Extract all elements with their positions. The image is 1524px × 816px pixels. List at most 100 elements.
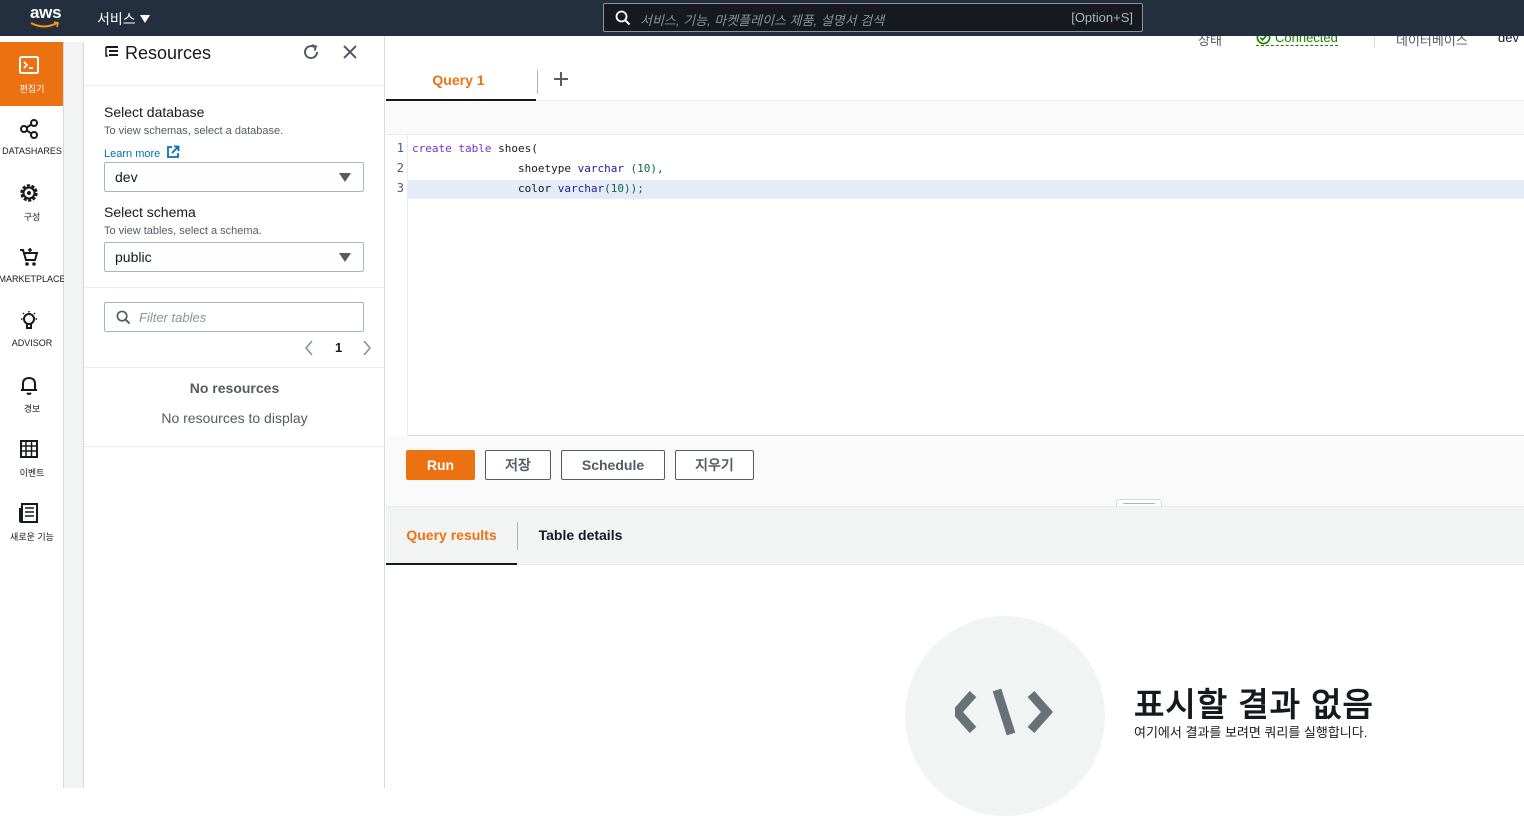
rail-label: DATASHARES	[2, 146, 62, 156]
select-schema-label: Select schema	[104, 204, 196, 220]
external-link-icon	[167, 145, 180, 158]
divider	[84, 287, 385, 288]
learn-more-link[interactable]: Learn more	[104, 145, 180, 160]
rail-label: ADVISOR	[11, 338, 53, 348]
rail-gutter	[64, 42, 84, 788]
database-select-value: dev	[115, 169, 138, 185]
global-search-input[interactable]: 서비스, 기능, 마켓플레이스 제품, 설명서 검색 [Option+S]	[603, 3, 1143, 32]
query-editor-main: 상태 Connected 데이터베이스 dev Query 1 1 2 3 cr…	[386, 36, 1524, 816]
rail-item-datashares[interactable]: DATASHARES	[0, 106, 63, 170]
tab-label: Table details	[538, 527, 623, 543]
caret-down-icon	[339, 173, 351, 182]
line-numbers: 1 2 3	[386, 135, 408, 436]
connection-status[interactable]: Connected	[1256, 36, 1338, 46]
top-navigation-bar: aws 서비스 서비스, 기능, 마켓플레이스 제품, 설명서 검색 [Opti…	[0, 0, 1524, 36]
caret-down-icon	[139, 15, 150, 23]
divider	[537, 70, 538, 94]
empty-state-illustration	[905, 616, 1105, 816]
tab-label: Query 1	[432, 72, 485, 88]
rail-item-whats-new[interactable]: 새로운 기능	[0, 490, 63, 554]
close-icon[interactable]	[342, 44, 358, 60]
query-tabs: Query 1	[386, 58, 1524, 101]
terminal-icon	[19, 56, 39, 74]
clear-button[interactable]: 지우기	[675, 450, 754, 480]
left-navigation-rail: 편집기 DATASHARES 구성 MARKETPLACE ADVISOR 경보…	[0, 42, 66, 788]
aws-smile-icon	[30, 21, 59, 28]
rail-item-editor[interactable]: 편집기	[0, 42, 63, 106]
search-icon	[116, 310, 131, 325]
caret-down-icon	[339, 253, 351, 262]
pagination: 1	[304, 338, 376, 358]
chevron-right-icon[interactable]	[362, 340, 372, 356]
divider	[84, 367, 385, 368]
newspaper-icon	[19, 503, 38, 523]
tab-query-results[interactable]: Query results	[386, 507, 517, 565]
rail-item-alarms[interactable]: 경보	[0, 362, 63, 426]
run-button[interactable]: Run	[406, 450, 475, 480]
connection-status-text: Connected	[1275, 36, 1338, 45]
bell-icon	[21, 376, 37, 395]
search-placeholder: 서비스, 기능, 마켓플레이스 제품, 설명서 검색	[640, 13, 885, 28]
tab-table-details[interactable]: Table details	[518, 507, 643, 565]
sql-type: varchar	[577, 162, 624, 175]
add-tab-icon[interactable]	[552, 70, 570, 88]
services-menu[interactable]: 서비스	[97, 9, 150, 29]
divider	[84, 446, 385, 447]
rail-item-config[interactable]: 구성	[0, 170, 63, 234]
search-shortcut: [Option+S]	[1071, 10, 1133, 25]
resources-title: Resources	[125, 43, 212, 63]
rail-item-marketplace[interactable]: MARKETPLACE	[0, 234, 66, 298]
chevron-left-icon[interactable]	[304, 340, 314, 356]
code-line: create table shoes(	[412, 142, 538, 155]
line-number: 1	[396, 141, 404, 155]
rail-label: 구성	[23, 212, 41, 222]
database-label: 데이터베이스	[1396, 36, 1468, 48]
aws-logo-text: aws	[30, 3, 62, 22]
no-resources-desc: No resources to display	[161, 410, 308, 426]
sql-text: shoes(	[491, 142, 538, 155]
no-results-desc: 여기에서 결과를 보려면 쿼리를 실행합니다.	[1134, 725, 1368, 740]
rail-label: 새로운 기능	[10, 532, 54, 542]
cart-icon	[20, 248, 39, 266]
sql-column-name: shoetype	[517, 162, 571, 175]
refresh-icon[interactable]	[302, 43, 320, 61]
select-schema-desc: To view tables, select a schema.	[104, 225, 262, 237]
database-value: dev	[1498, 36, 1519, 45]
divider	[1374, 36, 1375, 48]
sql-editor[interactable]: 1 2 3 create table shoes( shoetype varch…	[386, 135, 1524, 436]
tab-label: Query results	[406, 527, 497, 543]
database-select[interactable]: dev	[104, 162, 364, 192]
calendar-icon	[20, 440, 38, 458]
results-panel: 표시할 결과 없음 여기에서 결과를 보려면 쿼리를 실행합니다.	[386, 565, 1524, 816]
select-database-label: Select database	[104, 104, 205, 120]
schema-select[interactable]: public	[104, 242, 364, 272]
sql-column-name: color	[517, 182, 552, 195]
aws-logo[interactable]: aws	[28, 3, 66, 31]
code-line: color varchar(10));	[412, 182, 644, 195]
gear-icon	[20, 184, 38, 202]
page-number[interactable]: 1	[335, 340, 342, 355]
rail-item-events[interactable]: 이벤트	[0, 426, 63, 490]
select-database-desc: To view schemas, select a database.	[104, 125, 284, 137]
rail-item-advisor[interactable]: ADVISOR	[0, 298, 63, 362]
line-number: 3	[396, 181, 404, 195]
filter-tables-input[interactable]: Filter tables	[104, 302, 364, 332]
schema-select-value: public	[115, 249, 152, 265]
save-button[interactable]: 저장	[485, 450, 551, 480]
lightbulb-icon	[21, 311, 37, 329]
results-tabs: Query results Table details	[386, 506, 1524, 565]
rail-label: MARKETPLACE	[0, 274, 66, 284]
list-icon	[105, 46, 118, 57]
check-circle-icon	[1256, 36, 1271, 45]
filter-tables-placeholder: Filter tables	[139, 310, 207, 325]
code-line: shoetype varchar (10),	[412, 162, 664, 175]
schedule-button[interactable]: Schedule	[561, 450, 665, 480]
no-resources-title: No resources	[189, 380, 280, 396]
services-label: 서비스	[97, 11, 136, 27]
tab-query-1[interactable]: Query 1	[386, 58, 536, 101]
rail-label: 이벤트	[19, 468, 45, 478]
sql-type: varchar	[557, 182, 605, 195]
connection-status-bar: 상태 Connected 데이터베이스 dev	[386, 36, 1524, 58]
